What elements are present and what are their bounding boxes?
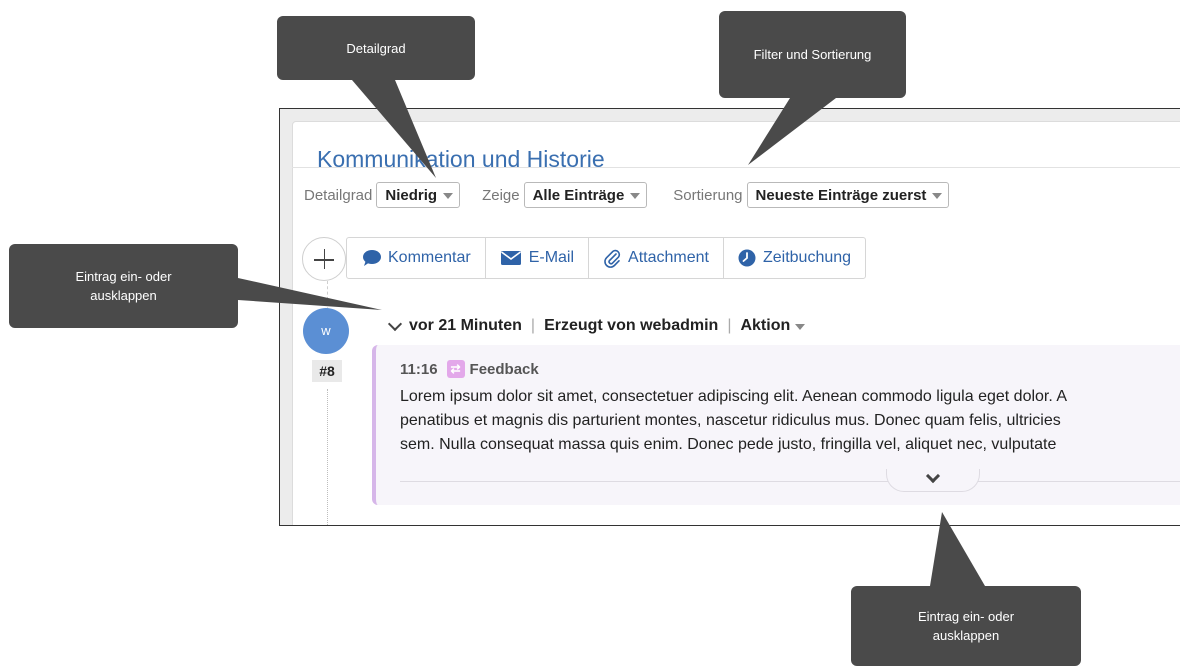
callout-detail-level: Detailgrad: [277, 16, 475, 80]
callout-toggle-entry-bottom: Eintrag ein- oder ausklappen: [851, 586, 1081, 666]
callout-pointers: [238, 80, 985, 586]
callout-pointer-toggle-bottom: [930, 512, 985, 586]
callout-pointer-toggle-left: [238, 278, 382, 310]
callout-toggle-bottom-text: Eintrag ein- oder ausklappen: [917, 609, 1015, 643]
callout-toggle-entry-left: Eintrag ein- oder ausklappen: [9, 244, 238, 328]
callout-pointer-filter: [748, 98, 836, 165]
callout-filter-sort: Filter und Sortierung: [719, 11, 906, 98]
callout-pointer-detail: [352, 80, 436, 178]
callout-toggle-left-text: Eintrag ein- oder ausklappen: [75, 269, 172, 303]
